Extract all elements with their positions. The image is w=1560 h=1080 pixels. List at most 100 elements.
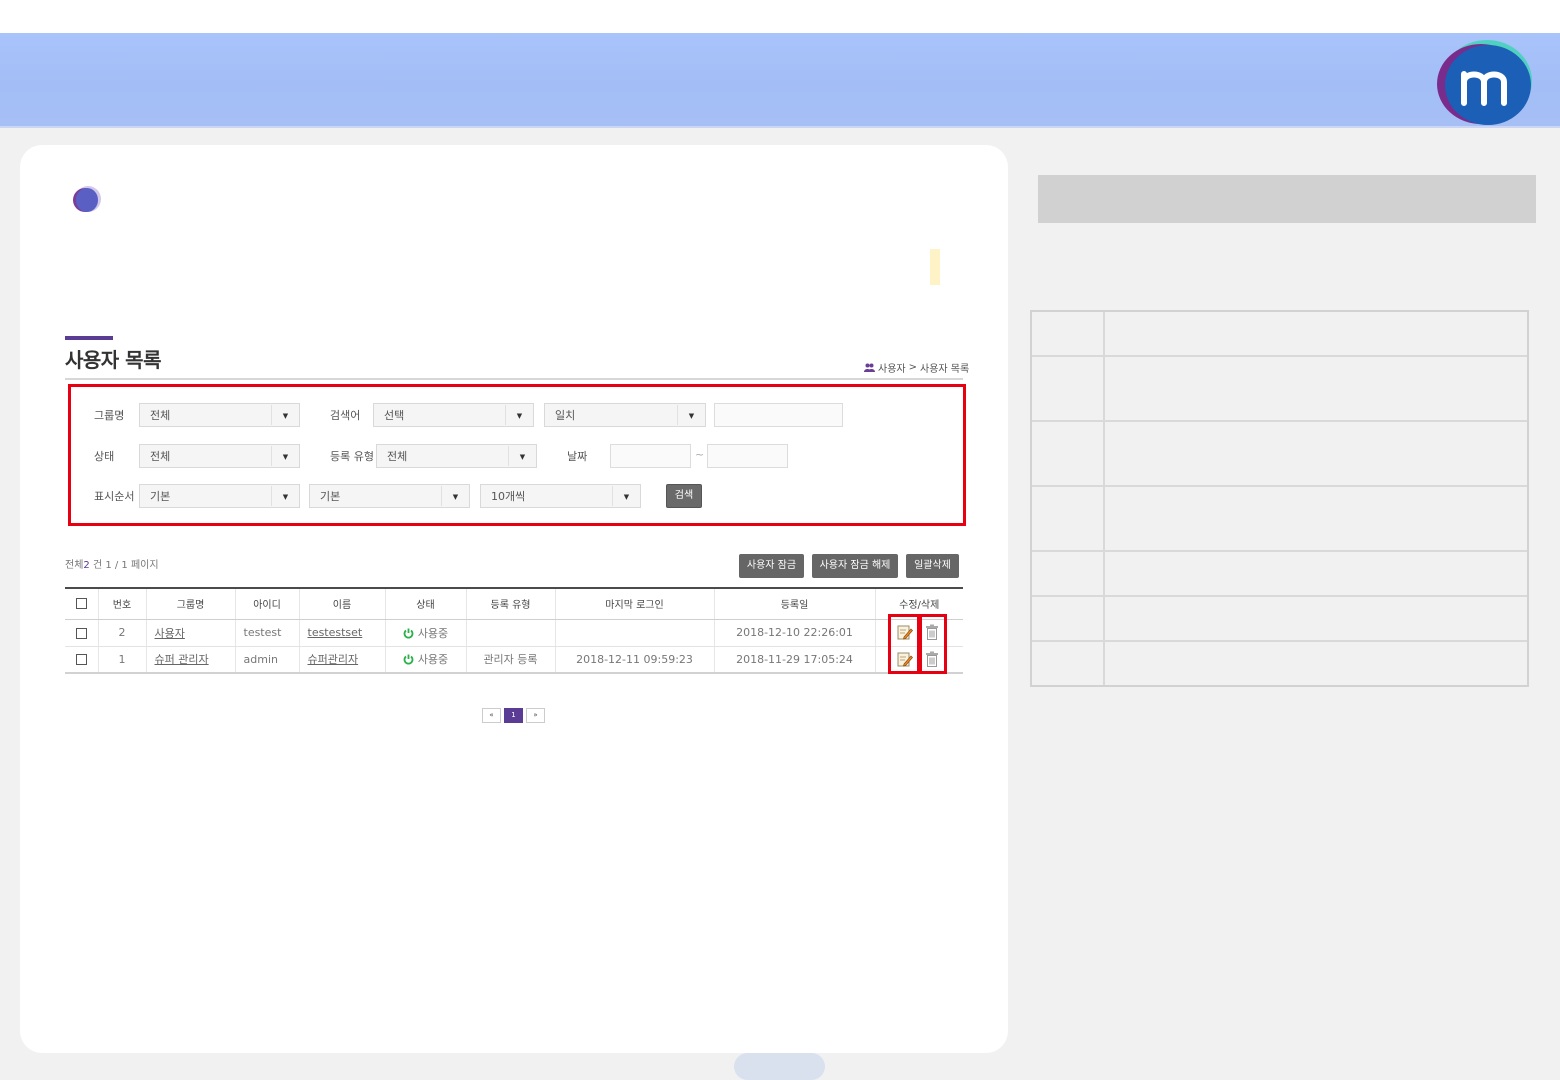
chevron-down-icon: ▼ <box>271 405 299 425</box>
cell-last-login: 2018-12-11 09:59:23 <box>554 646 714 674</box>
column-header[interactable]: 마지막 로그인 <box>554 587 714 620</box>
side-key-cell <box>1032 552 1105 595</box>
group-link[interactable]: 사용자 <box>155 627 185 640</box>
bottom-handle[interactable] <box>734 1053 825 1080</box>
side-value-cell <box>1105 642 1527 685</box>
users-icon <box>864 363 875 372</box>
page-size-select[interactable]: 10개씩 ▼ <box>480 484 641 508</box>
side-value-cell <box>1105 487 1527 550</box>
order-select-2-value: 기본 <box>320 490 341 503</box>
side-table-row <box>1032 420 1527 485</box>
first-page-button[interactable]: « <box>482 708 501 723</box>
table-row: 1 슈퍼 관리자 admin 슈퍼관리자 사용중 관리자 등록 2018-12-… <box>65 646 963 674</box>
count-suffix: 건 1 / 1 페이지 <box>92 560 159 571</box>
highlight-mark <box>930 249 940 285</box>
status-select[interactable]: 전체 ▼ <box>139 444 300 468</box>
side-key-cell <box>1032 642 1105 685</box>
group-select[interactable]: 전체 ▼ <box>139 403 300 427</box>
chevron-down-icon: ▼ <box>271 486 299 506</box>
group-select-value: 전체 <box>150 409 171 422</box>
breadcrumb-item[interactable]: 사용자 목록 <box>920 360 969 375</box>
status-select-value: 전체 <box>150 450 171 463</box>
keyword-match-value: 일치 <box>555 409 576 422</box>
select-all-cell <box>65 587 98 620</box>
keyword-match-select[interactable]: 일치 ▼ <box>544 403 706 427</box>
table-row: 2 사용자 testest testestset 사용중 2018-12-10 … <box>65 619 963 647</box>
side-info-table <box>1030 310 1529 687</box>
trash-icon[interactable] <box>925 651 939 667</box>
cell-no: 2 <box>97 619 146 647</box>
side-table-row <box>1032 312 1527 355</box>
status-text: 사용중 <box>417 653 449 667</box>
row-checkbox[interactable] <box>75 627 87 639</box>
row-checkbox[interactable] <box>75 654 87 666</box>
last-page-button[interactable]: » <box>526 708 545 723</box>
cell-id: testest <box>234 619 299 647</box>
cell-reg-type: 관리자 등록 <box>465 646 555 674</box>
chevron-down-icon: ▼ <box>508 446 536 466</box>
status-text: 사용중 <box>417 626 449 640</box>
order-select-1-value: 기본 <box>150 490 171 503</box>
lock-user-button[interactable]: 사용자 잠금 <box>739 554 804 578</box>
name-link[interactable]: testestset <box>308 626 363 639</box>
select-all-checkbox[interactable] <box>75 598 87 609</box>
keyword-field-value: 선택 <box>384 409 405 422</box>
side-key-cell <box>1032 597 1105 640</box>
power-icon <box>403 654 414 665</box>
column-header[interactable]: 상태 <box>384 587 466 620</box>
cell-status: 사용중 <box>384 646 466 674</box>
order-select-2[interactable]: 기본 ▼ <box>309 484 470 508</box>
keyword-field-select[interactable]: 선택 ▼ <box>373 403 534 427</box>
chevron-down-icon: ▼ <box>505 405 533 425</box>
date-to-input[interactable] <box>707 444 788 468</box>
search-button[interactable]: 검색 <box>666 484 702 508</box>
table-header-row: 번호 그룹명 아이디 이름 상태 등록 유형 마지막 로그인 등록일 수정/삭제 <box>65 587 963 620</box>
edit-icon[interactable] <box>897 651 913 667</box>
name-link[interactable]: 슈퍼관리자 <box>308 653 359 666</box>
cell-reg-date: 2018-12-10 22:26:01 <box>713 619 875 647</box>
side-table-row <box>1032 355 1527 420</box>
trash-icon[interactable] <box>925 624 939 640</box>
page-number-current[interactable]: 1 <box>504 708 523 723</box>
title-accent <box>65 336 113 340</box>
cell-group: 슈퍼 관리자 <box>145 646 235 674</box>
side-value-cell <box>1105 552 1527 595</box>
side-key-cell <box>1032 357 1105 420</box>
chevron-down-icon: ▼ <box>677 405 705 425</box>
column-header[interactable]: 등록 유형 <box>465 587 555 620</box>
regtype-select[interactable]: 전체 ▼ <box>376 444 537 468</box>
chevron-down-icon: ▼ <box>612 486 640 506</box>
date-from-input[interactable] <box>610 444 691 468</box>
count-total: 2 <box>83 560 90 571</box>
side-value-cell <box>1105 357 1527 420</box>
breadcrumb-item[interactable]: 사용자 <box>878 360 906 375</box>
user-table: 번호 그룹명 아이디 이름 상태 등록 유형 마지막 로그인 등록일 수정/삭제… <box>65 587 963 674</box>
column-header[interactable]: 번호 <box>97 587 146 620</box>
app-header <box>0 33 1560 128</box>
top-strip <box>0 0 1560 33</box>
cell-reg-date: 2018-11-29 17:05:24 <box>713 646 875 674</box>
edit-icon[interactable] <box>897 624 913 640</box>
column-header[interactable]: 이름 <box>298 587 385 620</box>
keyword-label: 검색어 <box>330 409 361 422</box>
column-header[interactable]: 등록일 <box>713 587 875 620</box>
keyword-input[interactable] <box>714 403 843 427</box>
group-link[interactable]: 슈퍼 관리자 <box>155 653 209 666</box>
row-select-cell <box>65 619 98 647</box>
page-title: 사용자 목록 <box>65 348 161 372</box>
side-table-row <box>1032 550 1527 595</box>
decor-blob-icon <box>73 186 101 212</box>
side-value-cell <box>1105 597 1527 640</box>
date-separator: ~ <box>695 448 705 461</box>
order-select-1[interactable]: 기본 ▼ <box>139 484 300 508</box>
side-key-cell <box>1032 312 1105 355</box>
title-divider <box>65 378 963 380</box>
unlock-user-button[interactable]: 사용자 잠금 해제 <box>812 554 898 578</box>
cell-name: 슈퍼관리자 <box>298 646 385 674</box>
bulk-delete-button[interactable]: 일괄삭제 <box>906 554 959 578</box>
column-header[interactable]: 그룹명 <box>145 587 235 620</box>
m-logo[interactable] <box>1437 40 1533 126</box>
cell-last-login <box>554 619 714 647</box>
column-header[interactable]: 아이디 <box>234 587 299 620</box>
side-table-row <box>1032 485 1527 550</box>
